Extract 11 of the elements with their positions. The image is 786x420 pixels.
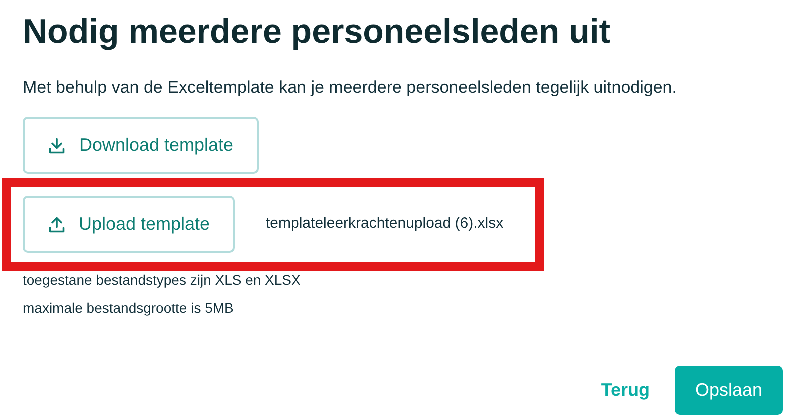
note-text: maximale bestandsgrootte is 5MB (23, 299, 235, 318)
upload-icon (48, 216, 66, 234)
dialog-title: Nodig meerdere personeelsleden uit (23, 12, 612, 53)
download-icon (48, 136, 66, 154)
download-button[interactable]: Download template (23, 117, 259, 174)
upload-button[interactable]: Upload template (23, 196, 235, 253)
save-button[interactable]: Opslaan (675, 366, 783, 415)
file-name: templateleerkrachtenupload (6).xlsx (266, 214, 504, 234)
back-button[interactable]: Terug (601, 377, 650, 404)
note-text: toegestane bestandstypes zijn XLS en XLSX (23, 271, 302, 290)
intro-text: Met behulp van de Exceltemplate kan je meerdere personeelsleden tegelijk uitnodigen. (23, 77, 678, 99)
